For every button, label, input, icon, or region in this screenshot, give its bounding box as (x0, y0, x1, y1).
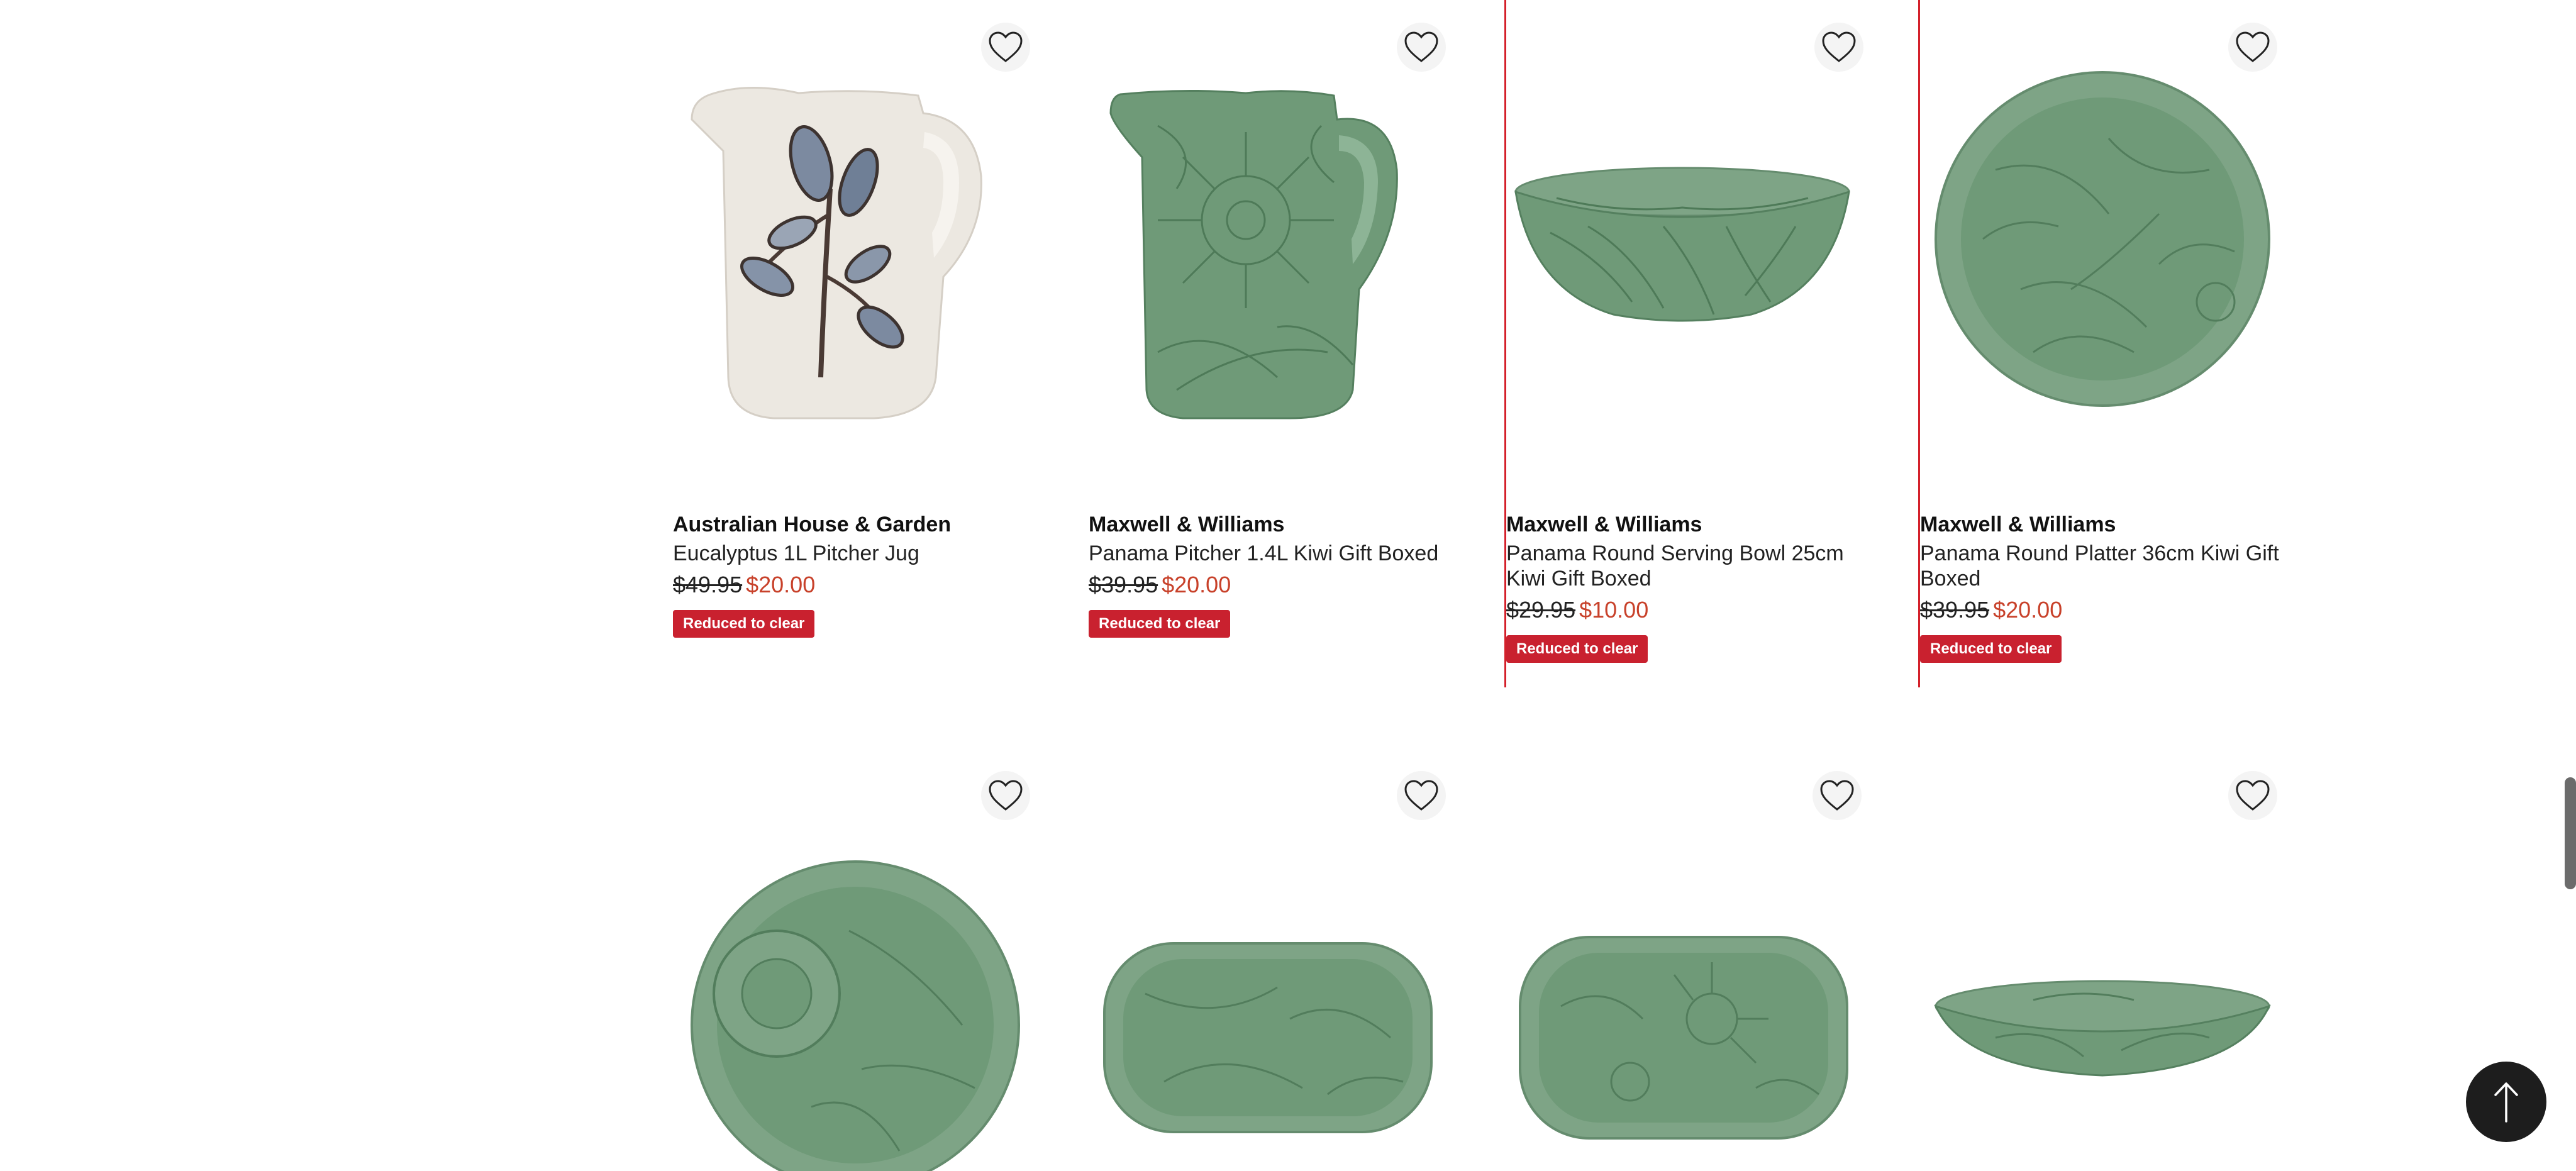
product-info: Maxwell & Williams Panama Pitcher 1.4L K… (1089, 511, 1466, 638)
wishlist-button[interactable] (1397, 771, 1446, 820)
product-grid-row-1: Australian House & Garden Eucalyptus 1L … (673, 0, 2343, 687)
product-brand[interactable]: Maxwell & Williams (1920, 511, 2297, 538)
heart-outline-icon (1404, 31, 1438, 62)
product-title[interactable]: Eucalyptus 1L Pitcher Jug (673, 541, 1050, 566)
wishlist-button[interactable] (2228, 23, 2277, 72)
was-price: $49.95 (673, 572, 743, 597)
product-brand[interactable]: Maxwell & Williams (1089, 511, 1466, 538)
wishlist-button[interactable] (1397, 23, 1446, 72)
back-to-top-button[interactable] (2466, 1062, 2546, 1142)
product-title[interactable]: Panama Pitcher 1.4L Kiwi Gift Boxed (1089, 541, 1466, 566)
product-image[interactable] (673, 818, 1025, 1171)
product-brand[interactable]: Maxwell & Williams (1506, 511, 1884, 538)
product-card-focused[interactable]: Maxwell & Williams Panama Round Serving … (1504, 0, 1920, 687)
clearance-badge: Reduced to clear (1506, 635, 1648, 663)
product-image[interactable] (1504, 818, 1857, 1171)
product-prices: $49.95 $20.00 (673, 570, 1050, 600)
wishlist-button[interactable] (1813, 771, 1862, 820)
sale-price: $20.00 (1162, 572, 1231, 597)
product-title[interactable]: Panama Round Serving Bowl 25cm Kiwi Gift… (1506, 541, 1884, 591)
arrow-up-icon (2494, 1082, 2518, 1123)
sale-price: $20.00 (746, 572, 816, 597)
clearance-badge: Reduced to clear (673, 610, 815, 638)
product-card[interactable]: Maxwell & Williams Panama Round Platter … (1920, 0, 2336, 687)
product-image[interactable] (1089, 818, 1441, 1171)
product-image[interactable] (673, 25, 1025, 428)
heart-outline-icon (2236, 31, 2270, 62)
product-grid-row-2 (673, 748, 2343, 1171)
product-brand[interactable]: Australian House & Garden (673, 511, 1050, 538)
scrollbar-thumb[interactable] (2565, 777, 2576, 889)
was-price: $39.95 (1920, 597, 1990, 623)
product-info: Maxwell & Williams Panama Round Platter … (1920, 511, 2297, 663)
sale-price: $20.00 (1993, 597, 2063, 623)
product-card[interactable]: Australian House & Garden Eucalyptus 1L … (673, 0, 1089, 687)
wishlist-button[interactable] (981, 771, 1030, 820)
wishlist-button[interactable] (2228, 771, 2277, 820)
heart-outline-icon (2236, 780, 2270, 811)
heart-outline-icon (1822, 31, 1856, 62)
product-info: Australian House & Garden Eucalyptus 1L … (673, 511, 1050, 638)
product-title[interactable]: Panama Round Platter 36cm Kiwi Gift Boxe… (1920, 541, 2297, 591)
product-card[interactable] (1504, 748, 1920, 1171)
was-price: $29.95 (1506, 597, 1576, 623)
product-card[interactable] (673, 748, 1089, 1171)
product-image[interactable] (1920, 25, 2272, 428)
product-image[interactable] (1089, 25, 1441, 428)
product-info: Maxwell & Williams Panama Round Serving … (1506, 511, 1884, 663)
heart-outline-icon (1404, 780, 1438, 811)
wishlist-button[interactable] (1814, 23, 1863, 72)
clearance-badge: Reduced to clear (1920, 635, 2062, 663)
product-prices: $39.95 $20.00 (1920, 595, 2297, 625)
product-card[interactable]: Maxwell & Williams Panama Pitcher 1.4L K… (1089, 0, 1504, 687)
sale-price: $10.00 (1579, 597, 1649, 623)
product-prices: $29.95 $10.00 (1506, 595, 1884, 625)
product-card[interactable] (1920, 748, 2336, 1171)
heart-outline-icon (989, 31, 1023, 62)
wishlist-button[interactable] (981, 23, 1030, 72)
product-image[interactable] (1506, 25, 1858, 428)
clearance-badge: Reduced to clear (1089, 610, 1231, 638)
was-price: $39.95 (1089, 572, 1158, 597)
heart-outline-icon (989, 780, 1023, 811)
product-image[interactable] (1920, 818, 2272, 1171)
product-card[interactable] (1089, 748, 1504, 1171)
product-prices: $39.95 $20.00 (1089, 570, 1466, 600)
heart-outline-icon (1820, 780, 1854, 811)
